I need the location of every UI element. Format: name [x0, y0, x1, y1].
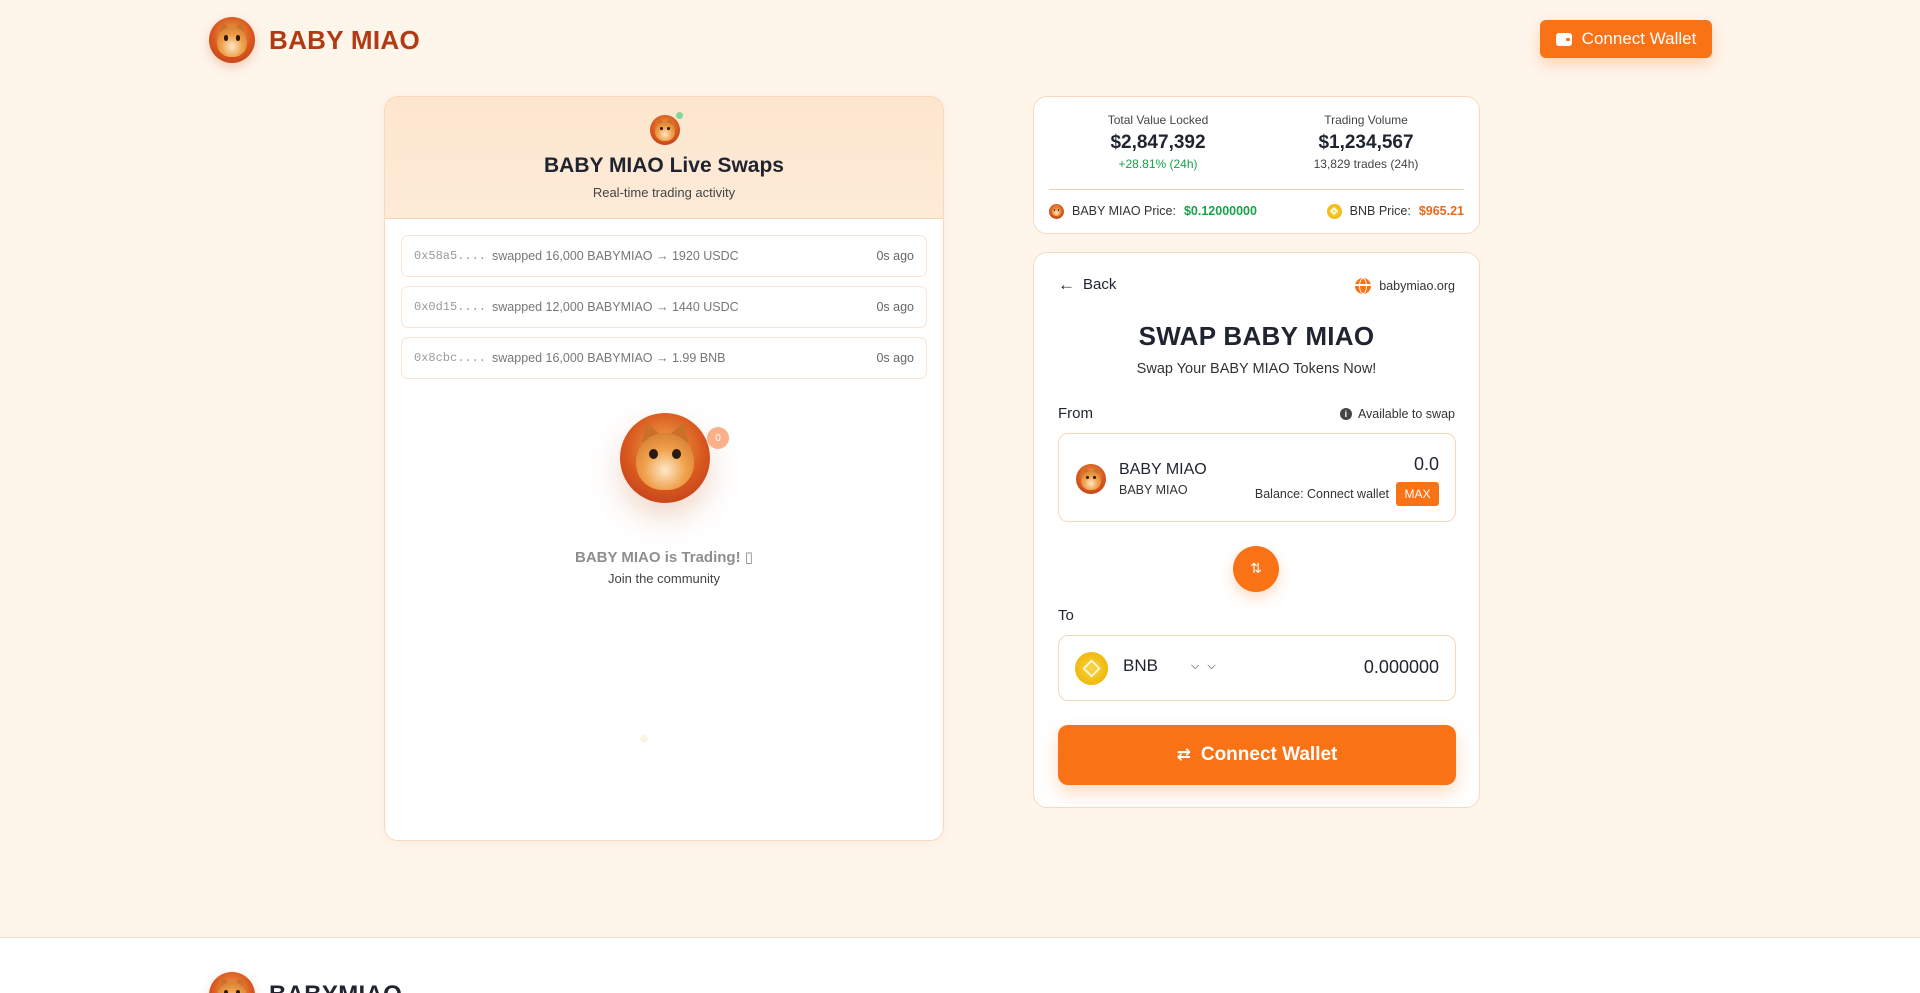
- wallet-icon: [1555, 32, 1572, 46]
- tvl-label: Total Value Locked: [1107, 113, 1209, 127]
- bnb-price-label: BNB Price:: [1349, 204, 1411, 218]
- volume-stat: Trading Volume $1,234,567 13,829 trades …: [1266, 113, 1466, 171]
- swap-connect-label: Connect Wallet: [1200, 744, 1338, 765]
- footer-brand[interactable]: BABYMIAO: [209, 972, 402, 993]
- from-balance: Balance: Connect wallet: [1254, 487, 1389, 501]
- decorative-dot: [640, 735, 648, 743]
- max-button[interactable]: MAX: [1396, 482, 1439, 506]
- available-to-swap: i Available to swap: [1339, 407, 1455, 421]
- from-token-name: BABY MIAO: [1119, 461, 1207, 478]
- bnb-coin-icon: [1326, 203, 1342, 219]
- chevron-down-icon: ⌵: [1207, 659, 1216, 672]
- swap-description: swapped 12,000 BABYMIAO → 1440 USDC: [492, 300, 739, 314]
- baby-miao-mascot: [620, 413, 710, 503]
- miao-price-value: $0.12000000: [1183, 204, 1257, 218]
- back-button[interactable]: ← Back: [1058, 276, 1116, 293]
- bnb-price-value: $965.21: [1418, 204, 1464, 218]
- connect-wallet-label: Connect Wallet: [1581, 29, 1697, 48]
- price-row: BABY MIAO Price: $0.12000000 BNB Price: …: [1049, 201, 1464, 221]
- connect-wallet-button[interactable]: Connect Wallet: [1540, 20, 1712, 58]
- community-link[interactable]: Join the community: [385, 571, 943, 586]
- info-icon: i: [1339, 408, 1352, 420]
- baby-miao-mascot-icon: [620, 413, 710, 503]
- swap-address: 0x8cbc....: [414, 351, 487, 365]
- back-label: Back: [1083, 276, 1117, 293]
- to-token-box: BNB ⌵ ⌵ 0.000000: [1058, 635, 1456, 701]
- live-swaps-title: BABY MIAO Live Swaps: [543, 154, 784, 177]
- site-label: babymiao.org: [1379, 279, 1455, 293]
- to-label: To: [1058, 607, 1074, 624]
- swap-card: ← Back babymiao.org SWAP BABY MIAO Swap …: [1033, 252, 1480, 808]
- chevron-down-icon: ⌵: [1191, 659, 1200, 672]
- trading-status-text: BABY MIAO is Trading! ▯: [575, 549, 753, 566]
- bnb-token-icon: [1075, 652, 1108, 685]
- live-swaps-subtitle: Real-time trading activity: [592, 185, 736, 200]
- to-token-name: BNB: [1123, 656, 1158, 675]
- swap-description: swapped 16,000 BABYMIAO → 1.99 BNB: [492, 351, 726, 365]
- swap-subtitle: Swap Your BABY MIAO Tokens Now!: [1136, 361, 1377, 377]
- available-label: Available to swap: [1357, 407, 1455, 421]
- miao-price-label: BABY MIAO Price:: [1072, 204, 1176, 218]
- swap-time: 0s ago: [876, 249, 914, 263]
- list-item: 0x58a5.... swapped 16,000 BABYMIAO → 192…: [401, 235, 927, 277]
- to-token-select[interactable]: BNB ⌵ ⌵: [1123, 656, 1216, 676]
- swap-address: 0x58a5....: [414, 249, 487, 263]
- swap-description: swapped 16,000 BABYMIAO → 1920 USDC: [492, 249, 739, 263]
- swap-title: SWAP BABY MIAO: [1138, 321, 1375, 351]
- from-amount-input[interactable]: 0.0: [1414, 454, 1439, 475]
- site-link[interactable]: babymiao.org: [1355, 278, 1455, 294]
- baby-miao-coin-icon: [1049, 203, 1064, 219]
- flip-direction-button[interactable]: ⇅: [1233, 546, 1279, 592]
- stats-divider: [1049, 189, 1464, 190]
- brand-name: BABY MIAO: [269, 24, 421, 55]
- tvl-stat: Total Value Locked $2,847,392 +28.81% (2…: [1058, 113, 1258, 171]
- from-token-box: BABY MIAO BABY MIAO 0.0 Balance: Connect…: [1058, 433, 1456, 522]
- live-swaps-card: BABY MIAO Live Swaps Real-time trading a…: [384, 96, 944, 841]
- volume-trades: 13,829 trades (24h): [1313, 157, 1419, 171]
- volume-value: $1,234,567: [1318, 132, 1414, 153]
- live-swaps-header: BABY MIAO Live Swaps Real-time trading a…: [385, 97, 943, 219]
- baby-miao-token-icon: [1076, 464, 1106, 494]
- globe-icon: [1355, 278, 1372, 294]
- live-status-dot: [674, 110, 685, 121]
- to-amount-output: 0.000000: [1363, 657, 1439, 677]
- swap-time: 0s ago: [876, 300, 914, 314]
- swap-activity-list: 0x58a5.... swapped 16,000 BABYMIAO → 192…: [401, 235, 927, 388]
- swap-arrows-icon: ⇄: [1176, 745, 1191, 765]
- footer: BABYMIAO: [0, 937, 1920, 993]
- brand[interactable]: BABY MIAO: [209, 17, 420, 63]
- bnb-price: BNB Price: $965.21: [1326, 203, 1464, 219]
- swap-time: 0s ago: [876, 351, 914, 365]
- notification-badge: 0: [707, 427, 729, 449]
- swap-connect-wallet-button[interactable]: ⇄ Connect Wallet: [1058, 725, 1456, 785]
- footer-brand-name: BABYMIAO: [269, 981, 402, 993]
- list-item: 0x0d15.... swapped 12,000 BABYMIAO → 144…: [401, 286, 927, 328]
- arrow-left-icon: ←: [1058, 275, 1075, 294]
- from-token-symbol: BABY MIAO: [1119, 483, 1188, 497]
- swap-address: 0x0d15....: [414, 300, 487, 314]
- baby-miao-logo-icon: [209, 17, 255, 63]
- tvl-change: +28.81% (24h): [1118, 157, 1198, 171]
- stats-card: Total Value Locked $2,847,392 +28.81% (2…: [1033, 96, 1480, 234]
- list-item: 0x8cbc.... swapped 16,000 BABYMIAO → 1.9…: [401, 337, 927, 379]
- volume-label: Trading Volume: [1324, 113, 1408, 127]
- footer-logo-icon: [209, 972, 255, 993]
- swap-direction-icon: ⇅: [1250, 561, 1262, 577]
- tvl-value: $2,847,392: [1110, 132, 1206, 153]
- top-header: BABY MIAO Connect Wallet: [0, 0, 1920, 80]
- from-label: From: [1058, 405, 1093, 422]
